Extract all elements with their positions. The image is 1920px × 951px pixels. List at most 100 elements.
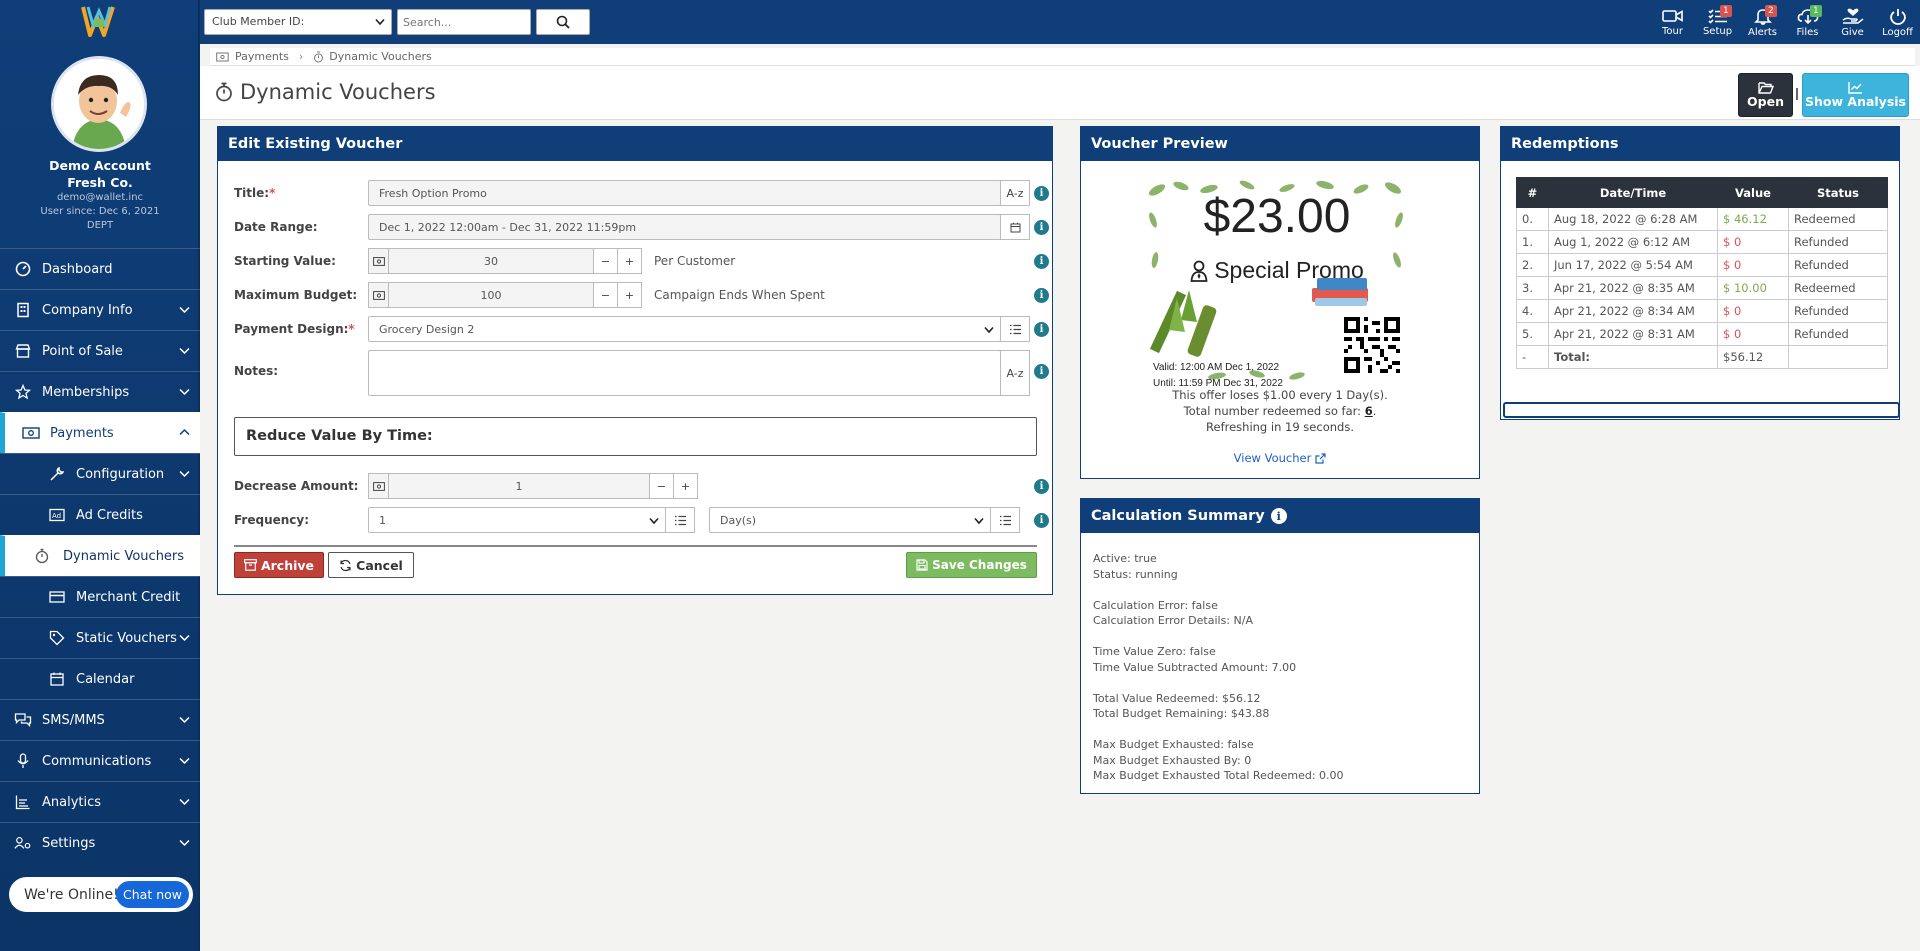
tour-button[interactable]: Tour	[1650, 0, 1695, 44]
refresh-icon	[339, 559, 356, 572]
sidebar-item-settings[interactable]: Settings	[0, 822, 200, 863]
sidebar-item-communications[interactable]: Communications	[0, 740, 200, 781]
show-analysis-label: Show Analysis	[1805, 94, 1906, 109]
info-icon[interactable]: i	[1034, 479, 1049, 494]
sidebar-item-sms-mms[interactable]: SMS/MMS	[0, 699, 200, 740]
chevron-up-icon	[179, 427, 190, 438]
save-changes-button[interactable]: Save Changes	[906, 552, 1037, 578]
increment-button[interactable]: +	[673, 473, 698, 499]
open-button[interactable]: Open	[1738, 73, 1793, 117]
star-icon	[14, 383, 32, 401]
user-tie-icon	[1190, 260, 1208, 282]
sidebar-item-label: Payments	[50, 425, 114, 441]
calendar-button[interactable]	[1000, 214, 1030, 240]
payment-design-select[interactable]: Grocery Design 2	[368, 316, 1001, 342]
info-icon[interactable]: i	[1034, 322, 1049, 337]
row-date: Jun 17, 2022 @ 5:54 AM	[1548, 253, 1718, 277]
breadcrumb-payments[interactable]: Payments	[235, 50, 289, 63]
company-name: Fresh Co.	[67, 175, 133, 190]
decrease-amount-label: Decrease Amount:	[234, 479, 359, 493]
svg-text:Ad: Ad	[52, 512, 61, 520]
sidebar-item-dynamic-vouchers[interactable]: Dynamic Vouchers	[0, 535, 200, 576]
credit-card-icon	[48, 588, 66, 606]
date-range-input[interactable]: Dec 1, 2022 12:00am - Dec 31, 2022 11:59…	[368, 214, 1001, 240]
search-button[interactable]	[536, 9, 590, 35]
info-icon[interactable]: i	[1034, 254, 1049, 269]
table-row[interactable]: 2. Jun 17, 2022 @ 5:54 AM $ 0 Refunded	[1516, 253, 1888, 277]
calc-line: Status: running	[1093, 567, 1178, 581]
frequency-select[interactable]: 1	[368, 507, 666, 533]
row-date: Apr 21, 2022 @ 8:35 AM	[1548, 276, 1718, 300]
column-header: #	[1516, 177, 1549, 208]
view-voucher-link[interactable]: View Voucher	[1081, 451, 1479, 465]
frequency-unit-select[interactable]: Day(s)	[709, 507, 991, 533]
setup-button[interactable]: 1 Setup	[1695, 0, 1740, 44]
row-date: Aug 1, 2022 @ 6:12 AM	[1548, 230, 1718, 254]
sidebar-item-calendar[interactable]: Calendar	[0, 658, 200, 699]
horizontal-scrollbar[interactable]	[1503, 402, 1900, 418]
max-budget-label: Maximum Budget:	[234, 288, 358, 302]
title-input[interactable]: Fresh Option Promo	[368, 180, 1001, 206]
title-row: Title:* Fresh Option Promo A-z i	[234, 180, 1054, 206]
sidebar-item-payments[interactable]: Payments	[0, 412, 200, 453]
alerts-button[interactable]: 2 Alerts	[1740, 0, 1785, 44]
member-id-select[interactable]: Club Member ID:	[204, 9, 392, 35]
decrease-amount-row: Decrease Amount: 1 − + i	[234, 473, 1054, 499]
increment-button[interactable]: +	[617, 282, 642, 308]
page-title-text: Dynamic Vouchers	[240, 80, 436, 104]
sidebar-item-ad-credits[interactable]: Ad Ad Credits	[0, 494, 200, 535]
info-icon[interactable]: i	[1034, 220, 1049, 235]
starting-value-label: Starting Value:	[234, 254, 336, 268]
notes-textarea[interactable]	[368, 350, 1001, 396]
info-icon[interactable]: i	[1034, 186, 1049, 201]
max-budget-input[interactable]: 100	[388, 282, 594, 308]
external-link-icon	[1315, 452, 1326, 464]
voucher-amount: $23.00	[1203, 190, 1351, 243]
decrement-button[interactable]: −	[593, 248, 618, 274]
decrement-button[interactable]: −	[649, 473, 674, 499]
starting-value-input[interactable]: 30	[388, 248, 594, 274]
app-logo[interactable]	[80, 3, 118, 39]
offer-text: This offer loses $1.00 every 1 Day(s).	[1172, 388, 1388, 402]
chat-now-button[interactable]: Chat now	[116, 881, 189, 908]
list-button[interactable]	[990, 507, 1020, 533]
cancel-button[interactable]: Cancel	[328, 552, 414, 578]
search-input[interactable]	[397, 9, 531, 35]
list-button[interactable]	[665, 507, 695, 533]
show-analysis-button[interactable]: Show Analysis	[1802, 73, 1909, 117]
sidebar-item-dashboard[interactable]: Dashboard	[0, 248, 200, 289]
az-button[interactable]: A-z	[1000, 350, 1030, 396]
table-row[interactable]: 0. Aug 18, 2022 @ 6:28 AM $ 46.12 Redeem…	[1516, 207, 1888, 231]
table-row[interactable]: 1. Aug 1, 2022 @ 6:12 AM $ 0 Refunded	[1516, 230, 1888, 254]
info-icon[interactable]: i	[1034, 513, 1049, 528]
table-row[interactable]: 4. Apr 21, 2022 @ 8:34 AM $ 0 Refunded	[1516, 299, 1888, 323]
row-value: $ 0	[1717, 322, 1789, 346]
decrement-button[interactable]: −	[593, 282, 618, 308]
sidebar-item-analytics[interactable]: Analytics	[0, 781, 200, 822]
sidebar-item-merchant-credit[interactable]: Merchant Credit	[0, 576, 200, 617]
info-icon[interactable]: i	[1034, 364, 1049, 379]
row-status: Refunded	[1788, 299, 1888, 323]
info-icon[interactable]: i	[1034, 288, 1049, 303]
voucher-card[interactable]: $23.00 Special Promo Valid: 12:00 AM Dec…	[1147, 180, 1407, 389]
notes-label: Notes:	[234, 364, 279, 378]
avatar[interactable]	[51, 56, 147, 152]
list-button[interactable]	[1000, 316, 1030, 342]
sidebar-item-static-vouchers[interactable]: Static Vouchers	[0, 617, 200, 658]
chat-widget[interactable]: We're Online! Chat now	[9, 877, 193, 912]
decrease-amount-input[interactable]: 1	[388, 473, 650, 499]
archive-button[interactable]: Archive	[234, 552, 324, 578]
voucher-promo: Special Promo	[1147, 257, 1407, 284]
sidebar-item-memberships[interactable]: Memberships	[0, 371, 200, 412]
table-row[interactable]: 3. Apr 21, 2022 @ 8:35 AM $ 10.00 Redeem…	[1516, 276, 1888, 300]
give-button[interactable]: Give	[1830, 0, 1875, 44]
sidebar-item-company-info[interactable]: Company Info	[0, 289, 200, 330]
info-icon[interactable]: i	[1270, 508, 1287, 524]
sidebar-item-configuration[interactable]: Configuration	[0, 453, 200, 494]
files-button[interactable]: 1 Files	[1785, 0, 1830, 44]
table-row[interactable]: 5. Apr 21, 2022 @ 8:31 AM $ 0 Refunded	[1516, 322, 1888, 346]
increment-button[interactable]: +	[617, 248, 642, 274]
sidebar-item-point-of-sale[interactable]: Point of Sale	[0, 330, 200, 371]
logoff-button[interactable]: Logoff	[1875, 0, 1920, 44]
az-button[interactable]: A-z	[1000, 180, 1030, 206]
